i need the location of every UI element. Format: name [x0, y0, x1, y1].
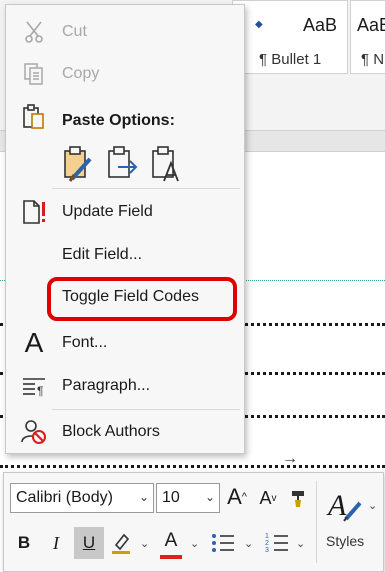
menu-item-font[interactable]: A Font...: [6, 323, 244, 363]
svg-text:1: 1: [265, 533, 269, 540]
dotted-leader-line: [0, 465, 385, 468]
menu-item-label: Paragraph...: [62, 377, 151, 394]
menu-item-edit-field[interactable]: Edit Field...: [6, 235, 244, 275]
paste-options-label: Paste Options:: [62, 112, 175, 129]
format-painter-icon[interactable]: [286, 483, 312, 513]
menu-item-label: Copy: [62, 65, 100, 82]
block-authors-icon: [20, 418, 48, 446]
highlight-color-icon[interactable]: [108, 527, 134, 559]
clipboard-icon: [20, 103, 48, 131]
menu-item-copy[interactable]: Copy: [6, 54, 244, 94]
shrink-font-icon[interactable]: Av: [256, 483, 280, 513]
styles-label: Styles: [326, 533, 365, 549]
font-icon: A: [24, 327, 44, 358]
mini-toolbar: Calibri (Body) ⌄ 10 ⌄ A ^ Av B I U ⌄ A ⌄ …: [3, 472, 384, 572]
style-normal[interactable]: AaB ¶ N: [350, 0, 385, 74]
scissors-icon: [20, 18, 48, 46]
italic-button[interactable]: I: [42, 527, 70, 559]
styles-gallery-icon[interactable]: A: [326, 481, 366, 525]
menu-separator: [52, 409, 240, 410]
tab-arrow-icon: →: [282, 450, 298, 467]
update-field-icon: [20, 198, 48, 226]
menu-item-label: Edit Field...: [62, 246, 143, 263]
menu-item-paragraph[interactable]: ¶ Paragraph...: [6, 366, 244, 406]
menu-item-label: Update Field: [62, 203, 153, 220]
paragraph-icon: ¶: [20, 372, 48, 400]
menu-item-label: Cut: [62, 23, 87, 40]
chevron-down-icon[interactable]: ⌄: [205, 490, 215, 504]
underline-button[interactable]: U: [74, 527, 104, 559]
menu-item-update-field[interactable]: Update Field: [6, 192, 244, 232]
paste-options-group: [62, 145, 192, 185]
svg-text:2: 2: [265, 540, 269, 547]
chevron-down-icon[interactable]: ⌄: [190, 537, 199, 550]
context-menu: Cut Copy Paste Options: Update Field Edi…: [5, 4, 245, 454]
toolbar-separator: [316, 481, 317, 563]
numbering-icon[interactable]: 123: [262, 527, 292, 559]
menu-item-label: Font...: [62, 334, 108, 351]
paste-merge-formatting-icon[interactable]: [106, 145, 140, 183]
font-size-combobox[interactable]: 10 ⌄: [156, 483, 220, 513]
svg-text:¶: ¶: [37, 384, 43, 398]
bold-button[interactable]: B: [10, 527, 38, 559]
chevron-down-icon[interactable]: ⌄: [140, 537, 149, 550]
menu-item-cut[interactable]: Cut: [6, 12, 244, 52]
chevron-down-icon[interactable]: ⌄: [296, 537, 305, 550]
font-name-combobox[interactable]: Calibri (Body) ⌄: [10, 483, 154, 513]
paste-keep-source-formatting-icon[interactable]: [62, 145, 96, 183]
style-name: ¶ Bullet 1: [259, 51, 322, 68]
font-color-button[interactable]: A: [158, 525, 184, 557]
chevron-down-icon[interactable]: ⌄: [368, 499, 377, 512]
font-color-letter: A: [164, 530, 178, 551]
menu-separator: [52, 188, 240, 189]
font-size-value: 10: [162, 489, 180, 506]
style-bullet-1[interactable]: AaB ¶ Bullet 1 ◆: [232, 0, 348, 74]
font-name-value: Calibri (Body): [16, 489, 113, 506]
menu-item-block-authors[interactable]: Block Authors: [6, 412, 244, 452]
menu-item-label: Block Authors: [62, 423, 160, 440]
bullet-marker-icon: ◆: [255, 19, 263, 30]
chevron-down-icon[interactable]: ⌄: [244, 537, 253, 550]
chevron-down-icon[interactable]: ⌄: [139, 490, 149, 504]
paste-keep-text-only-icon[interactable]: [150, 145, 184, 183]
highlight-annotation-box: [47, 277, 237, 321]
bullets-icon[interactable]: [208, 527, 238, 559]
style-name: ¶ N: [361, 51, 385, 68]
style-sample: AaB: [357, 15, 385, 35]
font-color-bar: [160, 555, 182, 559]
grow-font-icon[interactable]: A ^: [224, 481, 250, 513]
style-sample: AaB: [303, 15, 338, 35]
svg-text:3: 3: [265, 547, 269, 554]
svg-text:A: A: [326, 489, 347, 522]
copy-icon: [20, 60, 48, 88]
